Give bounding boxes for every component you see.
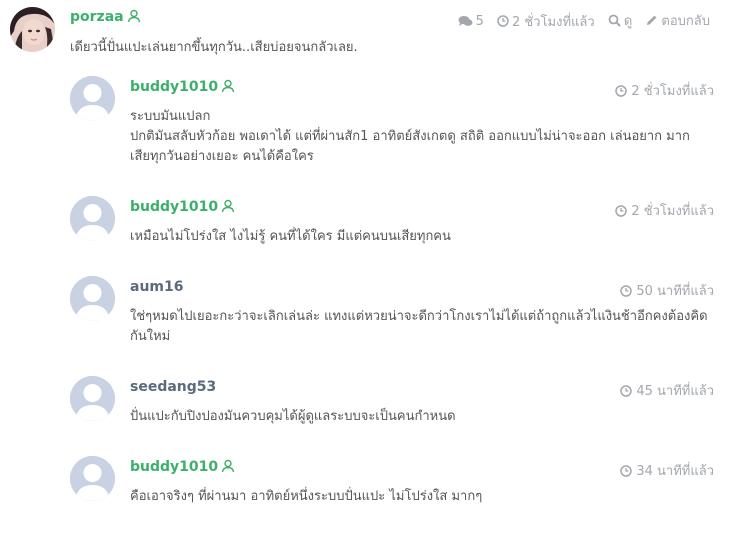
post-text: เดียวนี้ปั่นแปะเล่นยากขึ้นทุกวัน..เสียบ่… bbox=[70, 40, 358, 55]
user-icon bbox=[127, 9, 141, 27]
view-link[interactable]: ดู bbox=[608, 10, 632, 31]
pencil-icon bbox=[647, 15, 657, 25]
comment-text: ระบบมันแปลกปกติมันสลับหัวก้อย พอเดาได้ แ… bbox=[130, 107, 722, 167]
clock-icon bbox=[497, 15, 509, 27]
user-icon bbox=[221, 79, 235, 97]
clock-icon bbox=[620, 464, 633, 477]
comment-time-value: 45 นาทีที่แล้ว bbox=[636, 384, 714, 399]
comment-author[interactable]: buddy1010 bbox=[130, 459, 235, 477]
comment-text-line: ระบบมันแปลก bbox=[130, 109, 211, 124]
replies-count-value: 5 bbox=[475, 13, 484, 29]
post-author[interactable]: porzaa bbox=[70, 9, 141, 27]
comment-author[interactable]: seedang53 bbox=[130, 379, 216, 395]
replies-count: 5 bbox=[458, 14, 484, 29]
comment-time: 45 นาทีที่แล้ว bbox=[620, 380, 714, 401]
avatar-placeholder-icon[interactable] bbox=[70, 76, 115, 121]
comment-time: 34 นาทีที่แล้ว bbox=[620, 460, 714, 481]
clock-icon bbox=[620, 284, 633, 297]
post-time-value: 2 ชั่วโมงที่แล้ว bbox=[512, 14, 595, 30]
avatar-placeholder-icon[interactable] bbox=[70, 276, 115, 321]
avatar-porzaa[interactable] bbox=[10, 7, 55, 52]
comment-text: ปั่นแปะกับปิงปองมันควบคุมได้ผู้ดูแลระบบจ… bbox=[130, 407, 722, 427]
reply-link[interactable]: ตอบกลับ bbox=[645, 10, 710, 31]
comment-text-line: ใช่ๆหมดไปเยอะกะว่าจะเลิกเล่นล่ะ แทงแต่หว… bbox=[130, 309, 708, 324]
comment-author-name[interactable]: buddy1010 bbox=[130, 459, 218, 475]
search-icon bbox=[608, 14, 621, 27]
clock-icon bbox=[620, 384, 633, 397]
comment-author-name[interactable]: seedang53 bbox=[130, 379, 216, 395]
comment-author[interactable]: buddy1010 bbox=[130, 199, 235, 217]
comment-time: 2 ชั่วโมงที่แล้ว bbox=[615, 200, 714, 221]
user-icon bbox=[221, 459, 235, 477]
comments-icon bbox=[458, 16, 473, 26]
post-meta: 5 2 ชั่วโมงที่แล้ว ดู ตอบกลับ bbox=[449, 10, 710, 32]
clock-icon bbox=[615, 84, 628, 97]
comment-text-line: เหมือนไม่โปร่งใส ไงไม่รู้ คนที่ได้ใคร มี… bbox=[130, 229, 451, 244]
reply-label[interactable]: ตอบกลับ bbox=[661, 10, 710, 31]
view-label[interactable]: ดู bbox=[624, 10, 632, 31]
comment-author[interactable]: aum16 bbox=[130, 279, 183, 295]
user-icon bbox=[221, 199, 235, 217]
comment-text-line: กันใหม่ bbox=[130, 329, 171, 344]
clock-icon bbox=[615, 204, 628, 217]
comment-text: เหมือนไม่โปร่งใส ไงไม่รู้ คนที่ได้ใคร มี… bbox=[130, 227, 722, 247]
comment-text: คือเอาจริงๆ ที่ผ่านมา อาทิตย์หนึ่งระบบปั… bbox=[130, 487, 722, 507]
comment-text-line: เสียทุกวันอย่างเยอะ คนได้คือใคร bbox=[130, 149, 314, 164]
avatar-placeholder-icon[interactable] bbox=[70, 456, 115, 501]
comment-author[interactable]: buddy1010 bbox=[130, 79, 235, 97]
comment-text-line: ปกติมันสลับหัวก้อย พอเดาได้ แต่ที่ผ่านสั… bbox=[130, 129, 690, 144]
comment-text-line: คือเอาจริงๆ ที่ผ่านมา อาทิตย์หนึ่งระบบปั… bbox=[130, 489, 483, 504]
comment-time-value: 2 ชั่วโมงที่แล้ว bbox=[631, 84, 714, 99]
comment-author-name[interactable]: buddy1010 bbox=[130, 79, 218, 95]
comment-text: ใช่ๆหมดไปเยอะกะว่าจะเลิกเล่นล่ะ แทงแต่หว… bbox=[130, 307, 722, 347]
post-time: 2 ชั่วโมงที่แล้ว bbox=[497, 11, 595, 32]
avatar-placeholder-icon[interactable] bbox=[70, 196, 115, 241]
comment-time-value: 50 นาทีที่แล้ว bbox=[636, 284, 714, 299]
comment-author-name[interactable]: buddy1010 bbox=[130, 199, 218, 215]
comment-author-name[interactable]: aum16 bbox=[130, 279, 183, 295]
comment-time: 2 ชั่วโมงที่แล้ว bbox=[615, 80, 714, 101]
comment-time: 50 นาทีที่แล้ว bbox=[620, 280, 714, 301]
avatar-placeholder-icon[interactable] bbox=[70, 376, 115, 421]
comment-time-value: 2 ชั่วโมงที่แล้ว bbox=[631, 204, 714, 219]
comment-time-value: 34 นาทีที่แล้ว bbox=[636, 464, 714, 479]
post-author-name[interactable]: porzaa bbox=[70, 9, 124, 25]
comment-text-line: ปั่นแปะกับปิงปองมันควบคุมได้ผู้ดูแลระบบจ… bbox=[130, 409, 456, 424]
